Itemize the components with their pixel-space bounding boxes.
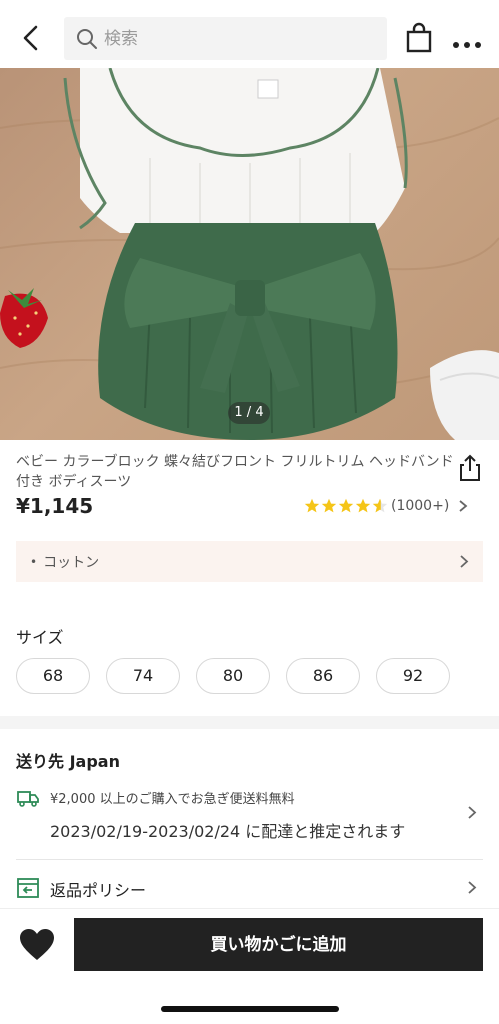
search-icon <box>77 28 97 49</box>
delivery-estimate: 2023/02/19-2023/02/24 に配達と推定されます <box>50 822 406 841</box>
free-shipping-text: ¥2,000 以上のご購入でお急ぎ便送料無料 <box>50 792 295 807</box>
chevron-right-icon <box>460 555 469 568</box>
product-page: 1 / 4 ベビー カラーブロック 蝶々結びフロント フリルトリム ヘッドバンド… <box>0 0 499 1024</box>
star-icon <box>321 498 337 513</box>
product-title: ベビー カラーブロック 蝶々結びフロント フリルトリム ヘッドバンド付き ボディ… <box>16 454 454 490</box>
shipping-title: 送り先 Japan <box>16 752 120 771</box>
top-nav <box>0 0 499 68</box>
image-pager: 1 / 4 <box>228 402 270 424</box>
size-option-80[interactable]: 80 <box>196 658 270 694</box>
section-divider <box>0 716 499 729</box>
material-row[interactable]: • コットン <box>16 541 483 582</box>
bag-icon[interactable] <box>404 22 434 54</box>
more-icon[interactable] <box>452 34 482 48</box>
chevron-right-icon[interactable] <box>467 880 477 895</box>
size-title: サイズ <box>16 628 64 647</box>
star-icon <box>304 498 320 513</box>
size-option-68[interactable]: 68 <box>16 658 90 694</box>
share-icon[interactable] <box>458 454 482 482</box>
star-half-icon <box>372 498 388 513</box>
size-options: 68 74 80 86 92 <box>16 658 466 694</box>
back-icon[interactable] <box>18 24 44 52</box>
rating[interactable]: (1000+) <box>304 496 469 516</box>
truck-icon <box>17 788 39 808</box>
star-icon <box>355 498 371 513</box>
add-to-cart-button[interactable]: 買い物かごに追加 <box>74 918 483 971</box>
star-icon <box>338 498 354 513</box>
product-price: ¥1,145 <box>16 494 94 518</box>
rating-count: (1000+) <box>391 498 450 514</box>
search-bar[interactable] <box>64 17 387 60</box>
return-policy-link[interactable]: 返品ポリシー <box>50 877 146 901</box>
size-option-74[interactable]: 74 <box>106 658 180 694</box>
home-indicator <box>161 1006 339 1012</box>
return-icon <box>17 877 39 899</box>
search-input[interactable] <box>104 28 364 49</box>
size-option-86[interactable]: 86 <box>286 658 360 694</box>
divider <box>16 859 483 860</box>
product-image[interactable] <box>0 68 499 440</box>
chevron-right-icon <box>459 500 468 512</box>
chevron-right-icon[interactable] <box>467 805 477 820</box>
heart-icon[interactable] <box>19 928 55 962</box>
size-option-92[interactable]: 92 <box>376 658 450 694</box>
material-label: コットン <box>43 554 100 571</box>
bullet: • <box>30 554 38 569</box>
